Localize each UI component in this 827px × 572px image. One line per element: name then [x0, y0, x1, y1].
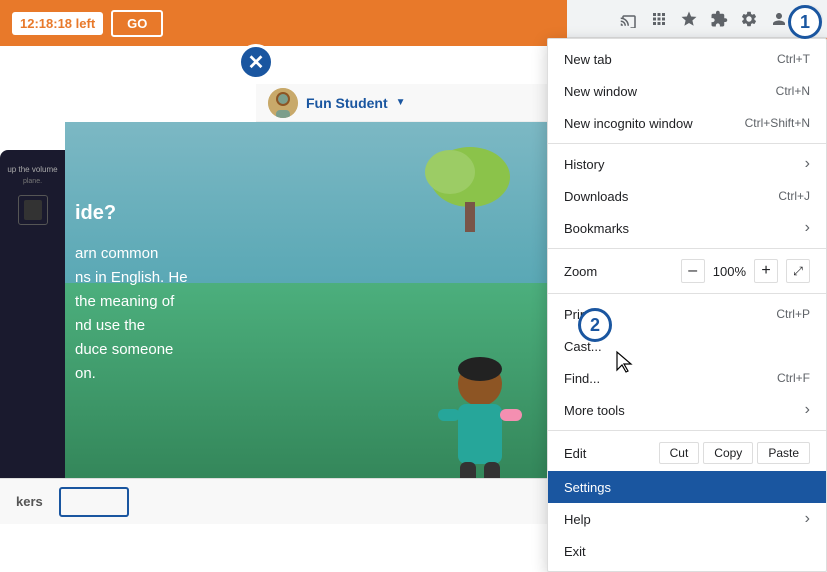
edit-buttons: Cut Copy Paste	[659, 442, 810, 464]
menu-item-new-tab[interactable]: New tab Ctrl+T	[548, 43, 826, 75]
menu-item-help-label: Help	[564, 512, 797, 527]
content-text: arn common ns in English. He the meaning…	[75, 242, 188, 386]
avatar	[268, 88, 298, 118]
menu-item-new-tab-shortcut: Ctrl+T	[777, 52, 810, 66]
menu-divider-3	[548, 293, 826, 294]
puzzle-icon[interactable]	[705, 5, 733, 33]
zoom-controls: – 100% + ⤢	[681, 259, 810, 283]
bookmarks-arrow-icon: ›	[805, 219, 810, 237]
menu-item-incognito-shortcut: Ctrl+Shift+N	[745, 116, 810, 130]
cast-icon[interactable]	[615, 5, 643, 33]
phone-mockup: up the volume plane.	[0, 150, 65, 490]
menu-item-history-label: History	[564, 157, 797, 172]
menu-item-incognito[interactable]: New incognito window Ctrl+Shift+N	[548, 107, 826, 139]
menu-item-new-window-shortcut: Ctrl+N	[776, 84, 810, 98]
bottom-box	[59, 487, 129, 517]
menu-item-exit[interactable]: Exit	[548, 535, 826, 567]
gear-icon[interactable]	[735, 5, 763, 33]
zoom-plus-button[interactable]: +	[754, 259, 778, 283]
menu-item-find-shortcut: Ctrl+F	[777, 371, 810, 385]
menu-item-downloads-shortcut: Ctrl+J	[778, 189, 810, 203]
dropdown-arrow-icon[interactable]: ▼	[396, 97, 406, 108]
menu-item-bookmarks[interactable]: Bookmarks ›	[548, 212, 826, 244]
menu-item-more-tools[interactable]: More tools ›	[548, 394, 826, 426]
phone-icon	[18, 195, 48, 225]
copy-button[interactable]: Copy	[703, 442, 753, 464]
cut-button[interactable]: Cut	[659, 442, 700, 464]
menu-item-new-tab-label: New tab	[564, 52, 753, 67]
menu-divider-1	[548, 143, 826, 144]
menu-item-incognito-label: New incognito window	[564, 116, 721, 131]
zoom-row: Zoom – 100% + ⤢	[548, 253, 826, 289]
menu-divider-4	[548, 430, 826, 431]
close-button[interactable]: ✕	[238, 44, 274, 80]
history-arrow-icon: ›	[805, 155, 810, 173]
more-tools-arrow-icon: ›	[805, 401, 810, 419]
user-name[interactable]: Fun Student	[306, 95, 388, 111]
menu-item-find[interactable]: Find... Ctrl+F	[548, 362, 826, 394]
tree-illustration	[410, 142, 530, 242]
menu-item-exit-label: Exit	[564, 544, 810, 559]
menu-item-new-window-label: New window	[564, 84, 752, 99]
content-title: ide?	[75, 202, 116, 225]
zoom-fullscreen-button[interactable]: ⤢	[786, 259, 810, 283]
phone-subtext: plane.	[5, 178, 60, 185]
phone-screen: up the volume plane.	[0, 150, 65, 490]
menu-item-more-tools-label: More tools	[564, 403, 797, 418]
menu-item-new-window[interactable]: New window Ctrl+N	[548, 75, 826, 107]
zoom-minus-button[interactable]: –	[681, 259, 705, 283]
menu-item-settings-label: Settings	[564, 480, 810, 495]
bottom-label: kers	[16, 494, 43, 509]
menu-divider-2	[548, 248, 826, 249]
star-icon[interactable]	[675, 5, 703, 33]
go-button[interactable]: GO	[111, 10, 163, 37]
menu-item-print-shortcut: Ctrl+P	[776, 307, 810, 321]
menu-item-bookmarks-label: Bookmarks	[564, 221, 797, 236]
zoom-label: Zoom	[564, 264, 681, 279]
edit-label: Edit	[564, 446, 659, 461]
menu-item-help[interactable]: Help ›	[548, 503, 826, 535]
grid-icon[interactable]	[645, 5, 673, 33]
help-arrow-icon: ›	[805, 510, 810, 528]
edit-row: Edit Cut Copy Paste	[548, 435, 826, 471]
menu-item-settings[interactable]: Settings	[548, 471, 826, 503]
user-bar: Fun Student ▼	[256, 84, 566, 122]
phone-text: up the volume	[5, 165, 60, 174]
menu-item-downloads[interactable]: Downloads Ctrl+J	[548, 180, 826, 212]
menu-item-history[interactable]: History ›	[548, 148, 826, 180]
annotation-circle-1: 1	[788, 5, 822, 39]
zoom-value: 100%	[713, 264, 746, 279]
menu-item-downloads-label: Downloads	[564, 189, 754, 204]
menu-item-find-label: Find...	[564, 371, 753, 386]
timer-badge: 12:18:18 left	[12, 12, 103, 35]
avatar-svg	[268, 88, 298, 118]
content-area: ide? arn common ns in English. He the me…	[65, 122, 560, 524]
paste-button[interactable]: Paste	[757, 442, 810, 464]
chrome-menu: New tab Ctrl+T New window Ctrl+N New inc…	[547, 38, 827, 572]
annotation-circle-2: 2	[578, 308, 612, 342]
